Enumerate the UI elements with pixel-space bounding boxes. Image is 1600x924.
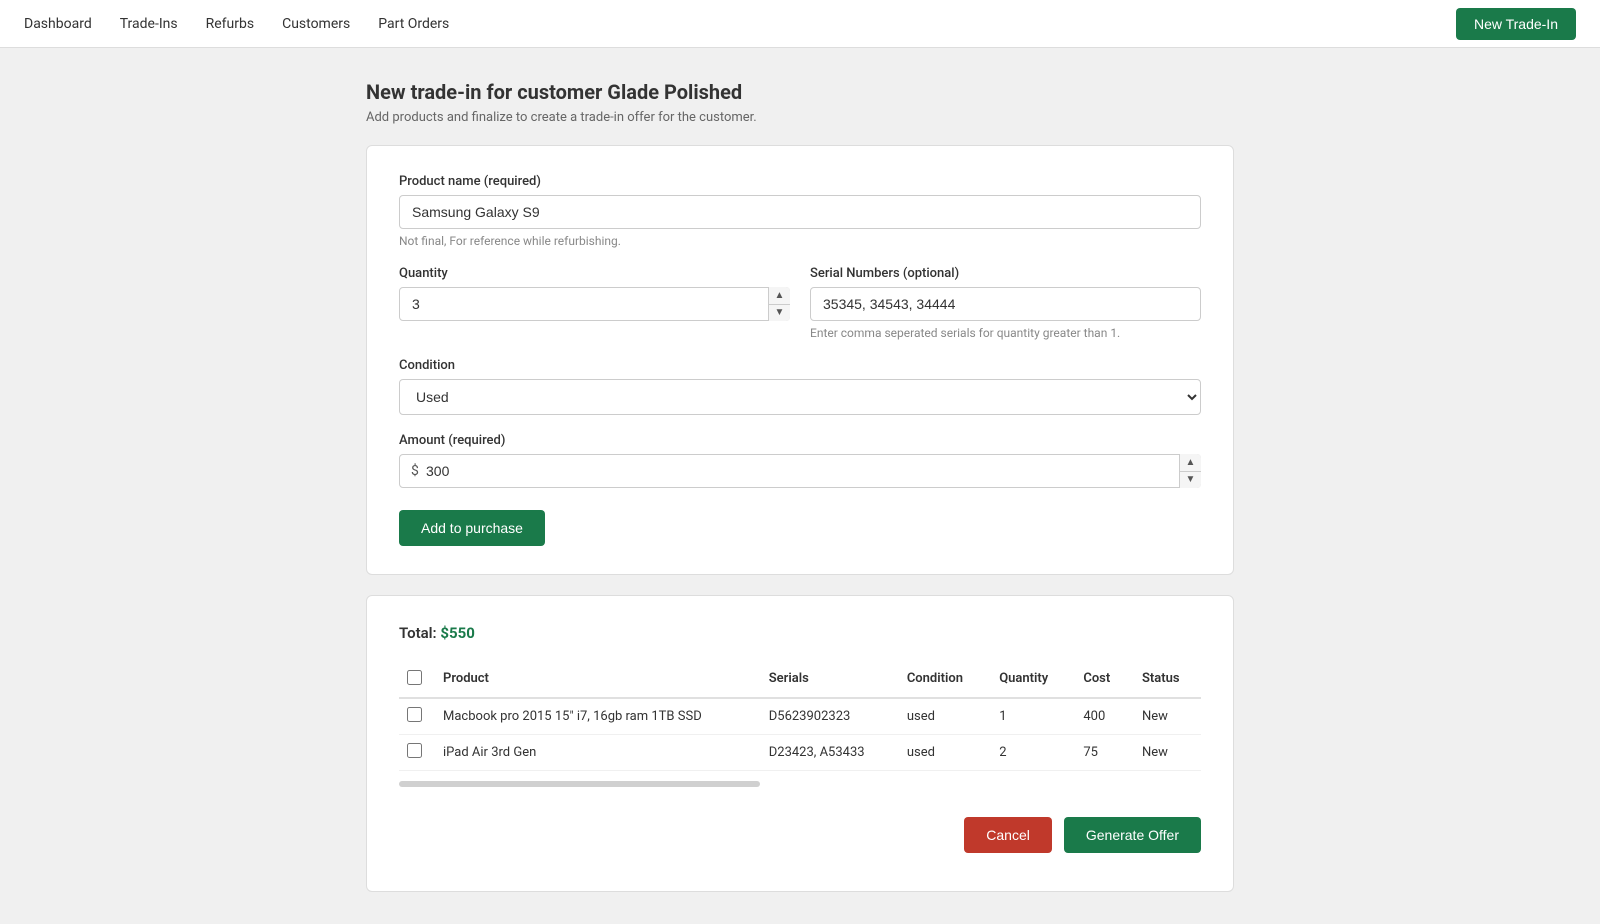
row-checkbox-cell — [399, 698, 431, 735]
table-row: iPad Air 3rd Gen D23423, A53433 used 2 7… — [399, 735, 1201, 771]
quantity-spinner: ▲ ▼ — [399, 287, 790, 321]
product-name-hint: Not final, For reference while refurbish… — [399, 234, 1201, 248]
serial-hint: Enter comma seperated serials for quanti… — [810, 326, 1201, 340]
th-serials: Serials — [757, 662, 895, 698]
condition-group: Condition New Used Refurbished Broken — [399, 358, 1201, 415]
table-scrollbar[interactable] — [399, 781, 760, 787]
cancel-button[interactable]: Cancel — [964, 817, 1052, 853]
nav-part-orders[interactable]: Part Orders — [378, 16, 449, 32]
page-subtitle: Add products and finalize to create a tr… — [366, 110, 1234, 125]
th-status: Status — [1130, 662, 1201, 698]
generate-offer-button[interactable]: Generate Offer — [1064, 817, 1201, 853]
quantity-spinner-btns: ▲ ▼ — [768, 287, 790, 321]
form-card: Product name (required) Not final, For r… — [366, 145, 1234, 575]
quantity-label: Quantity — [399, 266, 790, 281]
products-table-container: Product Serials Condition Quantity Cost … — [399, 662, 1201, 797]
row-status: New — [1130, 698, 1201, 735]
row-checkbox-cell — [399, 735, 431, 771]
total-label: Total: $550 — [399, 624, 1201, 642]
amount-down-btn[interactable]: ▼ — [1180, 472, 1201, 489]
nav-refurbs[interactable]: Refurbs — [206, 16, 254, 32]
th-quantity: Quantity — [987, 662, 1071, 698]
product-name-input[interactable] — [399, 195, 1201, 229]
products-table: Product Serials Condition Quantity Cost … — [399, 662, 1201, 771]
quantity-down-btn[interactable]: ▼ — [769, 305, 790, 322]
footer-actions: Cancel Generate Offer — [399, 817, 1201, 863]
quantity-up-btn[interactable]: ▲ — [769, 287, 790, 305]
row-quantity: 1 — [987, 698, 1071, 735]
table-body: Macbook pro 2015 15" i7, 16gb ram 1TB SS… — [399, 698, 1201, 771]
summary-card: Total: $550 Product Serials Condition Qu… — [366, 595, 1234, 892]
row-serials: D23423, A53433 — [757, 735, 895, 771]
th-product: Product — [431, 662, 757, 698]
row-product: iPad Air 3rd Gen — [431, 735, 757, 771]
quantity-input[interactable] — [399, 287, 790, 321]
row-condition: used — [895, 735, 987, 771]
nav-customers[interactable]: Customers — [282, 16, 350, 32]
row-quantity: 2 — [987, 735, 1071, 771]
total-amount: $550 — [440, 624, 474, 642]
row-checkbox-1[interactable] — [407, 743, 422, 758]
page-title: New trade-in for customer Glade Polished — [366, 80, 1234, 104]
row-checkbox-0[interactable] — [407, 707, 422, 722]
quantity-serial-row: Quantity ▲ ▼ Serial Numbers (optional) E… — [399, 266, 1201, 358]
add-to-purchase-button[interactable]: Add to purchase — [399, 510, 545, 546]
row-condition: used — [895, 698, 987, 735]
product-name-group: Product name (required) Not final, For r… — [399, 174, 1201, 248]
nav-dashboard[interactable]: Dashboard — [24, 16, 92, 32]
row-status: New — [1130, 735, 1201, 771]
serial-input[interactable] — [810, 287, 1201, 321]
row-serials: D5623902323 — [757, 698, 895, 735]
row-cost: 400 — [1071, 698, 1130, 735]
navbar: Dashboard Trade-Ins Refurbs Customers Pa… — [0, 0, 1600, 48]
amount-label: Amount (required) — [399, 433, 1201, 448]
amount-spinner-btns: ▲ ▼ — [1179, 454, 1201, 488]
nav-links: Dashboard Trade-Ins Refurbs Customers Pa… — [24, 16, 449, 32]
main-content: New trade-in for customer Glade Polished… — [350, 80, 1250, 892]
amount-group: Amount (required) $ ▲ ▼ — [399, 433, 1201, 488]
new-tradein-button[interactable]: New Trade-In — [1456, 8, 1576, 40]
th-condition: Condition — [895, 662, 987, 698]
total-text: Total: — [399, 624, 437, 642]
row-cost: 75 — [1071, 735, 1130, 771]
condition-select[interactable]: New Used Refurbished Broken — [399, 379, 1201, 415]
nav-trade-ins[interactable]: Trade-Ins — [120, 16, 178, 32]
select-all-checkbox[interactable] — [407, 670, 422, 685]
condition-label: Condition — [399, 358, 1201, 373]
product-name-label: Product name (required) — [399, 174, 1201, 189]
amount-input[interactable] — [399, 454, 1201, 488]
table-row: Macbook pro 2015 15" i7, 16gb ram 1TB SS… — [399, 698, 1201, 735]
row-product: Macbook pro 2015 15" i7, 16gb ram 1TB SS… — [431, 698, 757, 735]
serial-label: Serial Numbers (optional) — [810, 266, 1201, 281]
amount-up-btn[interactable]: ▲ — [1180, 454, 1201, 472]
serial-group: Serial Numbers (optional) Enter comma se… — [810, 266, 1201, 340]
th-checkbox — [399, 662, 431, 698]
table-header-row: Product Serials Condition Quantity Cost … — [399, 662, 1201, 698]
th-cost: Cost — [1071, 662, 1130, 698]
amount-spinner: $ ▲ ▼ — [399, 454, 1201, 488]
quantity-group: Quantity ▲ ▼ — [399, 266, 790, 340]
